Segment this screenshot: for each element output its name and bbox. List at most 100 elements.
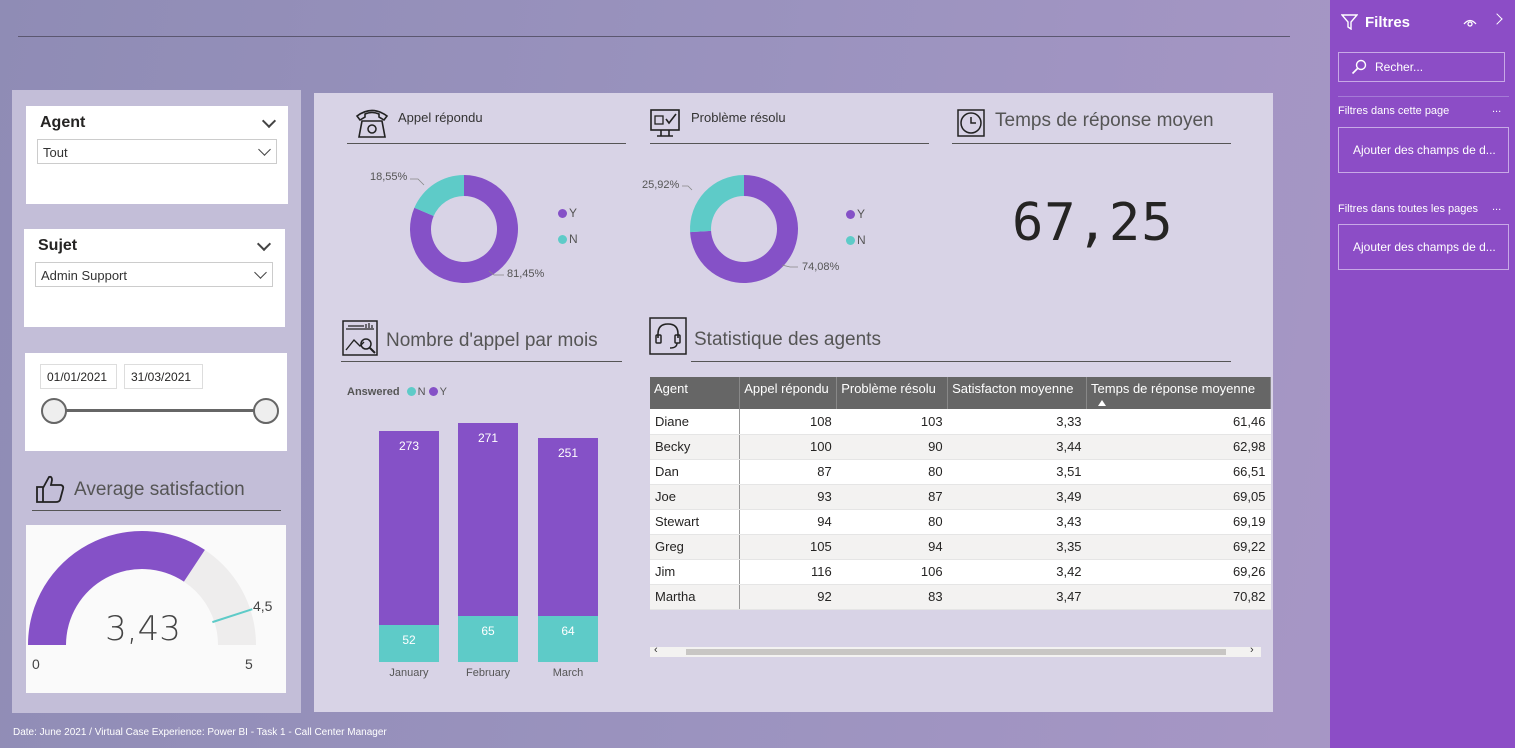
date-end-input[interactable]: 31/03/2021 bbox=[124, 364, 203, 389]
date-slider-end-handle[interactable] bbox=[253, 398, 279, 424]
stats-title: Statistique des agents bbox=[694, 329, 881, 350]
table-cell: 94 bbox=[739, 509, 837, 535]
bar-y-label: 251 bbox=[557, 445, 579, 460]
filters-search-input[interactable]: Recher... bbox=[1338, 52, 1505, 82]
section-all-more-icon[interactable]: ... bbox=[1492, 201, 1501, 213]
chevron-down-icon[interactable] bbox=[261, 113, 277, 129]
bar-n-march[interactable] bbox=[538, 616, 598, 662]
month-label: February bbox=[465, 667, 511, 679]
sujet-slicer: Sujet Admin Support bbox=[24, 229, 285, 327]
table-cell: 69,05 bbox=[1086, 484, 1271, 510]
monthly-bar-chart: 273 52 January 271 65 February 251 64 March bbox=[314, 93, 634, 712]
sujet-slicer-title: Sujet bbox=[38, 237, 78, 254]
scroll-left-icon[interactable]: ‹ bbox=[654, 644, 658, 656]
chevron-down-icon bbox=[258, 143, 271, 156]
report-canvas: Appel répondu 18,55% 81,45% Y N Problème… bbox=[314, 93, 1273, 712]
table-cell: 61,46 bbox=[1086, 409, 1271, 435]
table-cell: Stewart bbox=[650, 509, 741, 535]
column-header[interactable]: Temps de réponse moyenne bbox=[1086, 377, 1271, 409]
probleme-legend-n: N bbox=[846, 233, 866, 247]
collapse-chevron-icon[interactable] bbox=[1491, 13, 1503, 25]
search-icon bbox=[1351, 59, 1367, 78]
table-cell: 3,35 bbox=[947, 534, 1087, 560]
scroll-right-icon[interactable]: › bbox=[1250, 644, 1254, 656]
gauge-min: 0 bbox=[32, 656, 40, 672]
table-row[interactable]: Diane 108 103 3,33 61,46 bbox=[650, 409, 1271, 435]
table-cell: 93 bbox=[739, 484, 837, 510]
table-row[interactable]: Joe 93 87 3,49 69,05 bbox=[650, 484, 1271, 510]
agent-stats-table: Agent Appel répondu Problème résolu Satisfa… bbox=[650, 377, 1271, 610]
temps-divider bbox=[952, 143, 1231, 144]
table-cell: 105 bbox=[739, 534, 837, 560]
agent-dropdown-value: Tout bbox=[43, 145, 68, 160]
satisfaction-title: Average satisfaction bbox=[74, 479, 245, 500]
temps-kpi-value: 67,25 bbox=[1012, 193, 1174, 253]
table-row[interactable]: Jim 116 106 3,42 69,26 bbox=[650, 559, 1271, 585]
bar-y-march[interactable] bbox=[538, 437, 598, 617]
probleme-n-slice[interactable] bbox=[690, 175, 744, 233]
table-cell: 69,19 bbox=[1086, 509, 1271, 535]
date-start-input[interactable]: 01/01/2021 bbox=[40, 364, 117, 389]
table-cell: 87 bbox=[836, 484, 948, 510]
date-slider-track bbox=[53, 409, 267, 412]
table-cell: Jim bbox=[650, 559, 741, 585]
bar-n-february[interactable] bbox=[458, 615, 518, 662]
chevron-down-icon[interactable] bbox=[256, 236, 272, 252]
bar-y-february[interactable] bbox=[458, 422, 518, 616]
section-page-more-icon[interactable]: ... bbox=[1492, 103, 1501, 115]
table-horizontal-scrollbar[interactable]: ‹ › bbox=[650, 644, 1261, 657]
bar-n-label: 52 bbox=[402, 632, 416, 647]
table-cell: Greg bbox=[650, 534, 741, 560]
table-cell: 3,42 bbox=[947, 559, 1087, 585]
clock-icon bbox=[957, 109, 985, 142]
table-cell: 87 bbox=[739, 459, 837, 485]
chevron-down-icon bbox=[254, 266, 267, 279]
table-row[interactable]: Becky 100 90 3,44 62,98 bbox=[650, 434, 1271, 460]
column-header[interactable]: Appel répondu bbox=[739, 377, 838, 409]
table-cell: 70,82 bbox=[1086, 584, 1271, 610]
section-page-title: Filtres dans cette page bbox=[1338, 105, 1450, 117]
table-cell: 3,49 bbox=[947, 484, 1087, 510]
filters-title: Filtres bbox=[1365, 14, 1411, 31]
scrollbar-thumb[interactable] bbox=[686, 649, 1226, 655]
left-panel: Agent Tout Sujet Admin Support 01/01/202… bbox=[12, 90, 301, 713]
monitor-check-icon bbox=[649, 107, 681, 144]
add-all-filter-field[interactable]: Ajouter des champs de d... bbox=[1338, 224, 1509, 270]
date-slicer: 01/01/2021 31/03/2021 bbox=[25, 353, 287, 451]
probleme-legend-y: Y bbox=[846, 207, 865, 221]
agent-slicer: Agent Tout bbox=[26, 106, 288, 204]
table-cell: Joe bbox=[650, 484, 741, 510]
eye-icon[interactable] bbox=[1463, 16, 1477, 34]
funnel-icon bbox=[1340, 14, 1359, 35]
column-header[interactable]: Satisfacton moyenne bbox=[947, 377, 1088, 409]
sujet-dropdown[interactable]: Admin Support bbox=[35, 262, 273, 287]
table-cell: 90 bbox=[836, 434, 948, 460]
headset-icon bbox=[649, 317, 687, 360]
table-row[interactable]: Stewart 94 80 3,43 69,19 bbox=[650, 509, 1271, 535]
top-divider bbox=[18, 36, 1290, 37]
table-row[interactable]: Greg 105 94 3,35 69,22 bbox=[650, 534, 1271, 560]
bar-y-january[interactable] bbox=[379, 430, 439, 625]
column-header[interactable]: Problème résolu bbox=[836, 377, 949, 409]
table-row[interactable]: Dan 87 80 3,51 66,51 bbox=[650, 459, 1271, 485]
table-cell: 83 bbox=[836, 584, 948, 610]
thumbs-up-icon bbox=[34, 473, 66, 510]
filters-divider bbox=[1338, 96, 1509, 97]
table-cell: 100 bbox=[739, 434, 837, 460]
agent-dropdown[interactable]: Tout bbox=[37, 139, 277, 164]
date-slider-start-handle[interactable] bbox=[41, 398, 67, 424]
probleme-donut bbox=[682, 175, 798, 283]
stats-divider bbox=[691, 361, 1231, 362]
filters-pane: Filtres Recher... Filtres dans cette pag… bbox=[1330, 0, 1515, 748]
bar-y-label: 273 bbox=[398, 438, 420, 453]
table-cell: 92 bbox=[739, 584, 837, 610]
sujet-dropdown-value: Admin Support bbox=[41, 268, 127, 283]
sort-asc-icon[interactable] bbox=[1098, 400, 1106, 406]
add-page-filter-field[interactable]: Ajouter des champs de d... bbox=[1338, 127, 1509, 173]
table-cell: 103 bbox=[836, 409, 948, 435]
table-cell: 80 bbox=[836, 459, 948, 485]
table-cell: 3,47 bbox=[947, 584, 1087, 610]
table-row[interactable]: Martha 92 83 3,47 70,82 bbox=[650, 584, 1271, 610]
table-cell: 108 bbox=[739, 409, 837, 435]
column-header[interactable]: Agent bbox=[650, 377, 741, 409]
